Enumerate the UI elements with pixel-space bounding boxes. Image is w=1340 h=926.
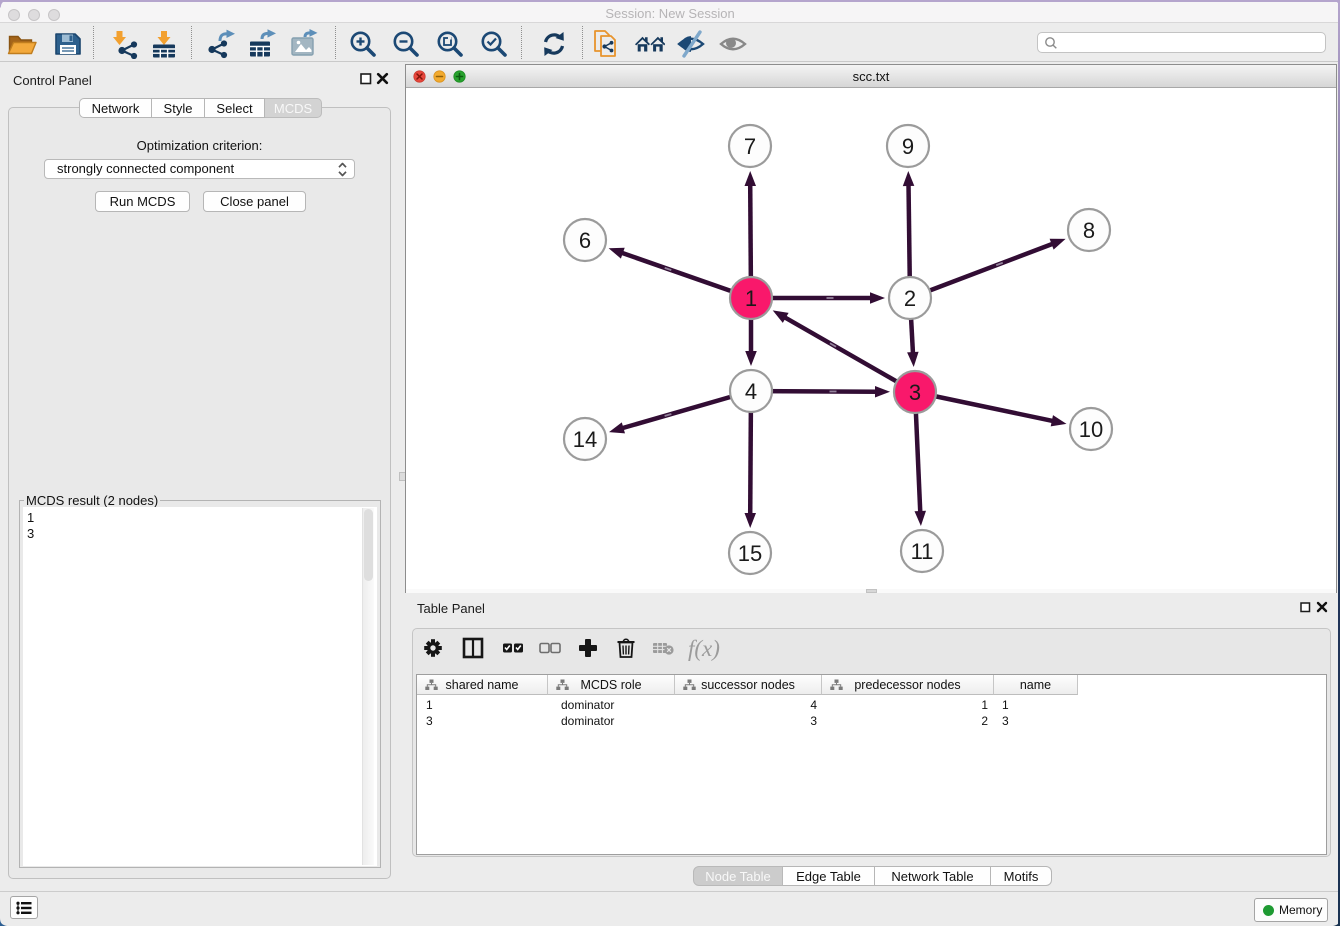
svg-text:8: 8 bbox=[1083, 218, 1095, 243]
svg-text:9: 9 bbox=[902, 134, 914, 159]
svg-text:6: 6 bbox=[579, 228, 591, 253]
svg-text:1: 1 bbox=[745, 286, 757, 311]
svg-text:f(x): f(x) bbox=[688, 636, 720, 661]
svg-text:10: 10 bbox=[1079, 417, 1103, 442]
svg-text:2: 2 bbox=[904, 286, 916, 311]
svg-text:3: 3 bbox=[909, 380, 921, 405]
svg-text:14: 14 bbox=[573, 427, 597, 452]
svg-text:11: 11 bbox=[911, 539, 934, 564]
svg-text:4: 4 bbox=[745, 379, 757, 404]
svg-text:15: 15 bbox=[738, 541, 762, 566]
svg-text:7: 7 bbox=[744, 134, 756, 159]
